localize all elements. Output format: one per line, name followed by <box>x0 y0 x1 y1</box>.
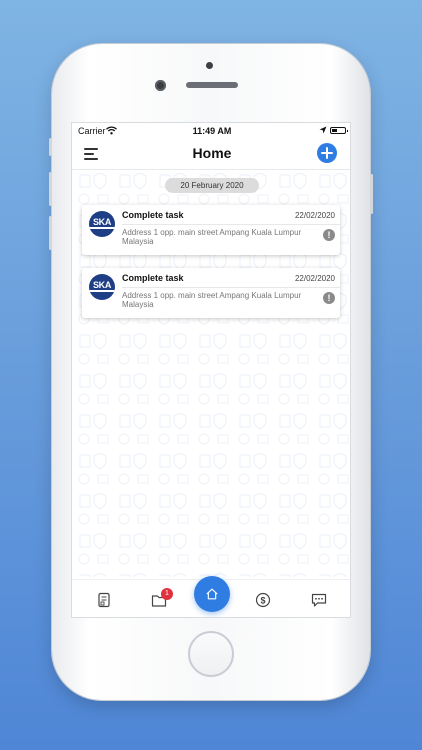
wifi-icon <box>106 126 117 135</box>
task-card[interactable]: SKA Complete task 22/02/2020 Address 1 o… <box>82 205 340 255</box>
task-date: 22/02/2020 <box>294 211 335 220</box>
battery-icon <box>330 127 348 134</box>
alert-icon[interactable]: ! <box>323 292 335 304</box>
logo-band <box>89 227 115 229</box>
status-bar: Carrier 11:49 AM <box>72 123 350 139</box>
task-title: Complete task <box>122 273 184 283</box>
menu-icon-line <box>84 148 98 150</box>
add-button[interactable] <box>317 143 337 163</box>
alert-icon[interactable]: ! <box>323 229 335 241</box>
logo-text: SKA <box>92 280 112 290</box>
hardware-home-button[interactable] <box>188 631 234 677</box>
date-separator: 20 February 2020 <box>165 178 259 193</box>
document-icon[interactable] <box>96 592 112 608</box>
carrier-label: Carrier <box>78 126 106 136</box>
task-card[interactable]: SKA Complete task 22/02/2020 Address 1 o… <box>82 268 340 318</box>
dollar-icon[interactable]: $ <box>255 592 271 608</box>
menu-icon-line <box>84 158 98 160</box>
front-camera <box>155 80 166 91</box>
mute-switch <box>49 138 52 156</box>
logo-band <box>89 290 115 292</box>
card-divider <box>122 224 340 225</box>
svg-text:$: $ <box>260 595 265 605</box>
task-address: Address 1 opp. main street Ampang Kuala … <box>122 291 302 309</box>
nav-bar: Home <box>72 139 350 170</box>
chat-icon[interactable] <box>311 592 327 608</box>
home-icon <box>206 588 218 600</box>
app-screen: Carrier 11:49 AM Home 20 February 2020 S… <box>71 122 351 618</box>
front-sensor <box>206 62 213 69</box>
location-icon <box>319 126 327 134</box>
page-title: Home <box>192 145 232 161</box>
card-divider <box>122 287 340 288</box>
company-logo: SKA <box>89 274 115 300</box>
logo-text: SKA <box>92 217 112 227</box>
power-button <box>370 174 373 214</box>
task-title: Complete task <box>122 210 184 220</box>
earpiece-speaker <box>186 82 238 88</box>
notification-badge: 1 <box>161 588 173 600</box>
company-logo: SKA <box>89 211 115 237</box>
menu-button[interactable] <box>84 147 100 161</box>
task-address: Address 1 opp. main street Ampang Kuala … <box>122 228 302 246</box>
home-tab-button[interactable] <box>194 576 230 612</box>
volume-down-button <box>49 216 52 250</box>
volume-up-button <box>49 172 52 206</box>
task-date: 22/02/2020 <box>294 274 335 283</box>
tab-bar: 1 $ <box>72 576 350 617</box>
menu-icon-line <box>84 153 94 155</box>
